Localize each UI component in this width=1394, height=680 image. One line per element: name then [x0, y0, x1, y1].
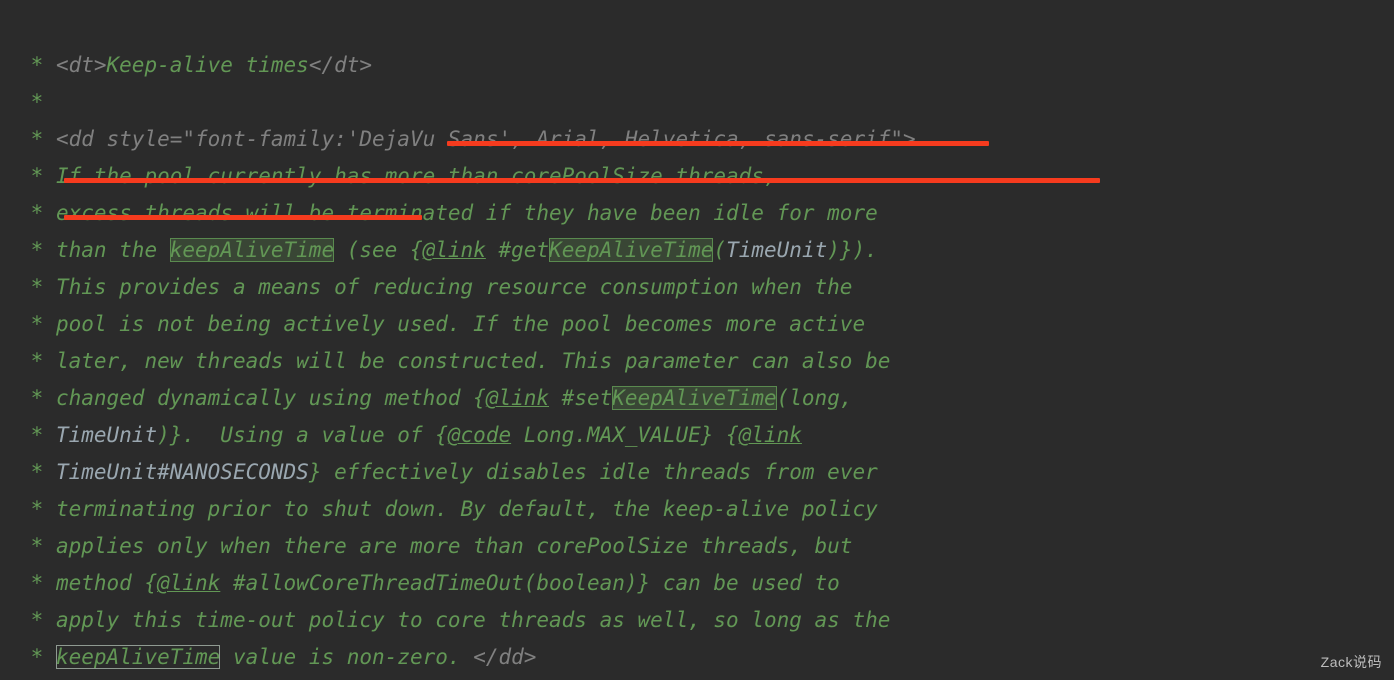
highlight-KeepAliveTime: KeepAliveTime [612, 386, 776, 410]
doc-line: * changed dynamically using method {@lin… [18, 386, 852, 410]
doc-line: * method {@link #allowCoreThreadTimeOut(… [18, 571, 840, 595]
doc-line: * applies only when there are more than … [18, 534, 852, 558]
doc-line: * than the keepAliveTime (see {@link #ge… [18, 238, 878, 262]
doc-line: * pool is not being actively used. If th… [18, 312, 865, 336]
doc-line: * later, new threads will be constructed… [18, 349, 890, 373]
watermark-text: Zack说码 [1321, 652, 1382, 672]
doc-line: * [18, 90, 43, 114]
highlight-KeepAliveTime: KeepAliveTime [549, 238, 713, 262]
doc-line: * This provides a means of reducing reso… [18, 275, 852, 299]
highlight-keepAliveTime: keepAliveTime [56, 645, 220, 669]
doc-line: * apply this time-out policy to core thr… [18, 608, 890, 632]
doc-line: * TimeUnit#NANOSECONDS} effectively disa… [18, 460, 878, 484]
doc-line: * If the pool currently has more than co… [18, 164, 777, 188]
highlight-keepAliveTime: keepAliveTime [170, 238, 334, 262]
doc-line: * keepAliveTime value is non-zero. </dd> [18, 645, 536, 669]
doc-line: * <dt>Keep-alive times</dt> [18, 53, 372, 77]
doc-line: * <dd style="font-family:'DejaVu Sans', … [18, 127, 916, 151]
code-editor: * <dt>Keep-alive times</dt> * * <dd styl… [0, 0, 1394, 680]
doc-line: * TimeUnit)}. Using a value of {@code Lo… [18, 423, 802, 447]
doc-line: * excess threads will be terminated if t… [18, 201, 878, 225]
doc-line: * terminating prior to shut down. By def… [18, 497, 878, 521]
